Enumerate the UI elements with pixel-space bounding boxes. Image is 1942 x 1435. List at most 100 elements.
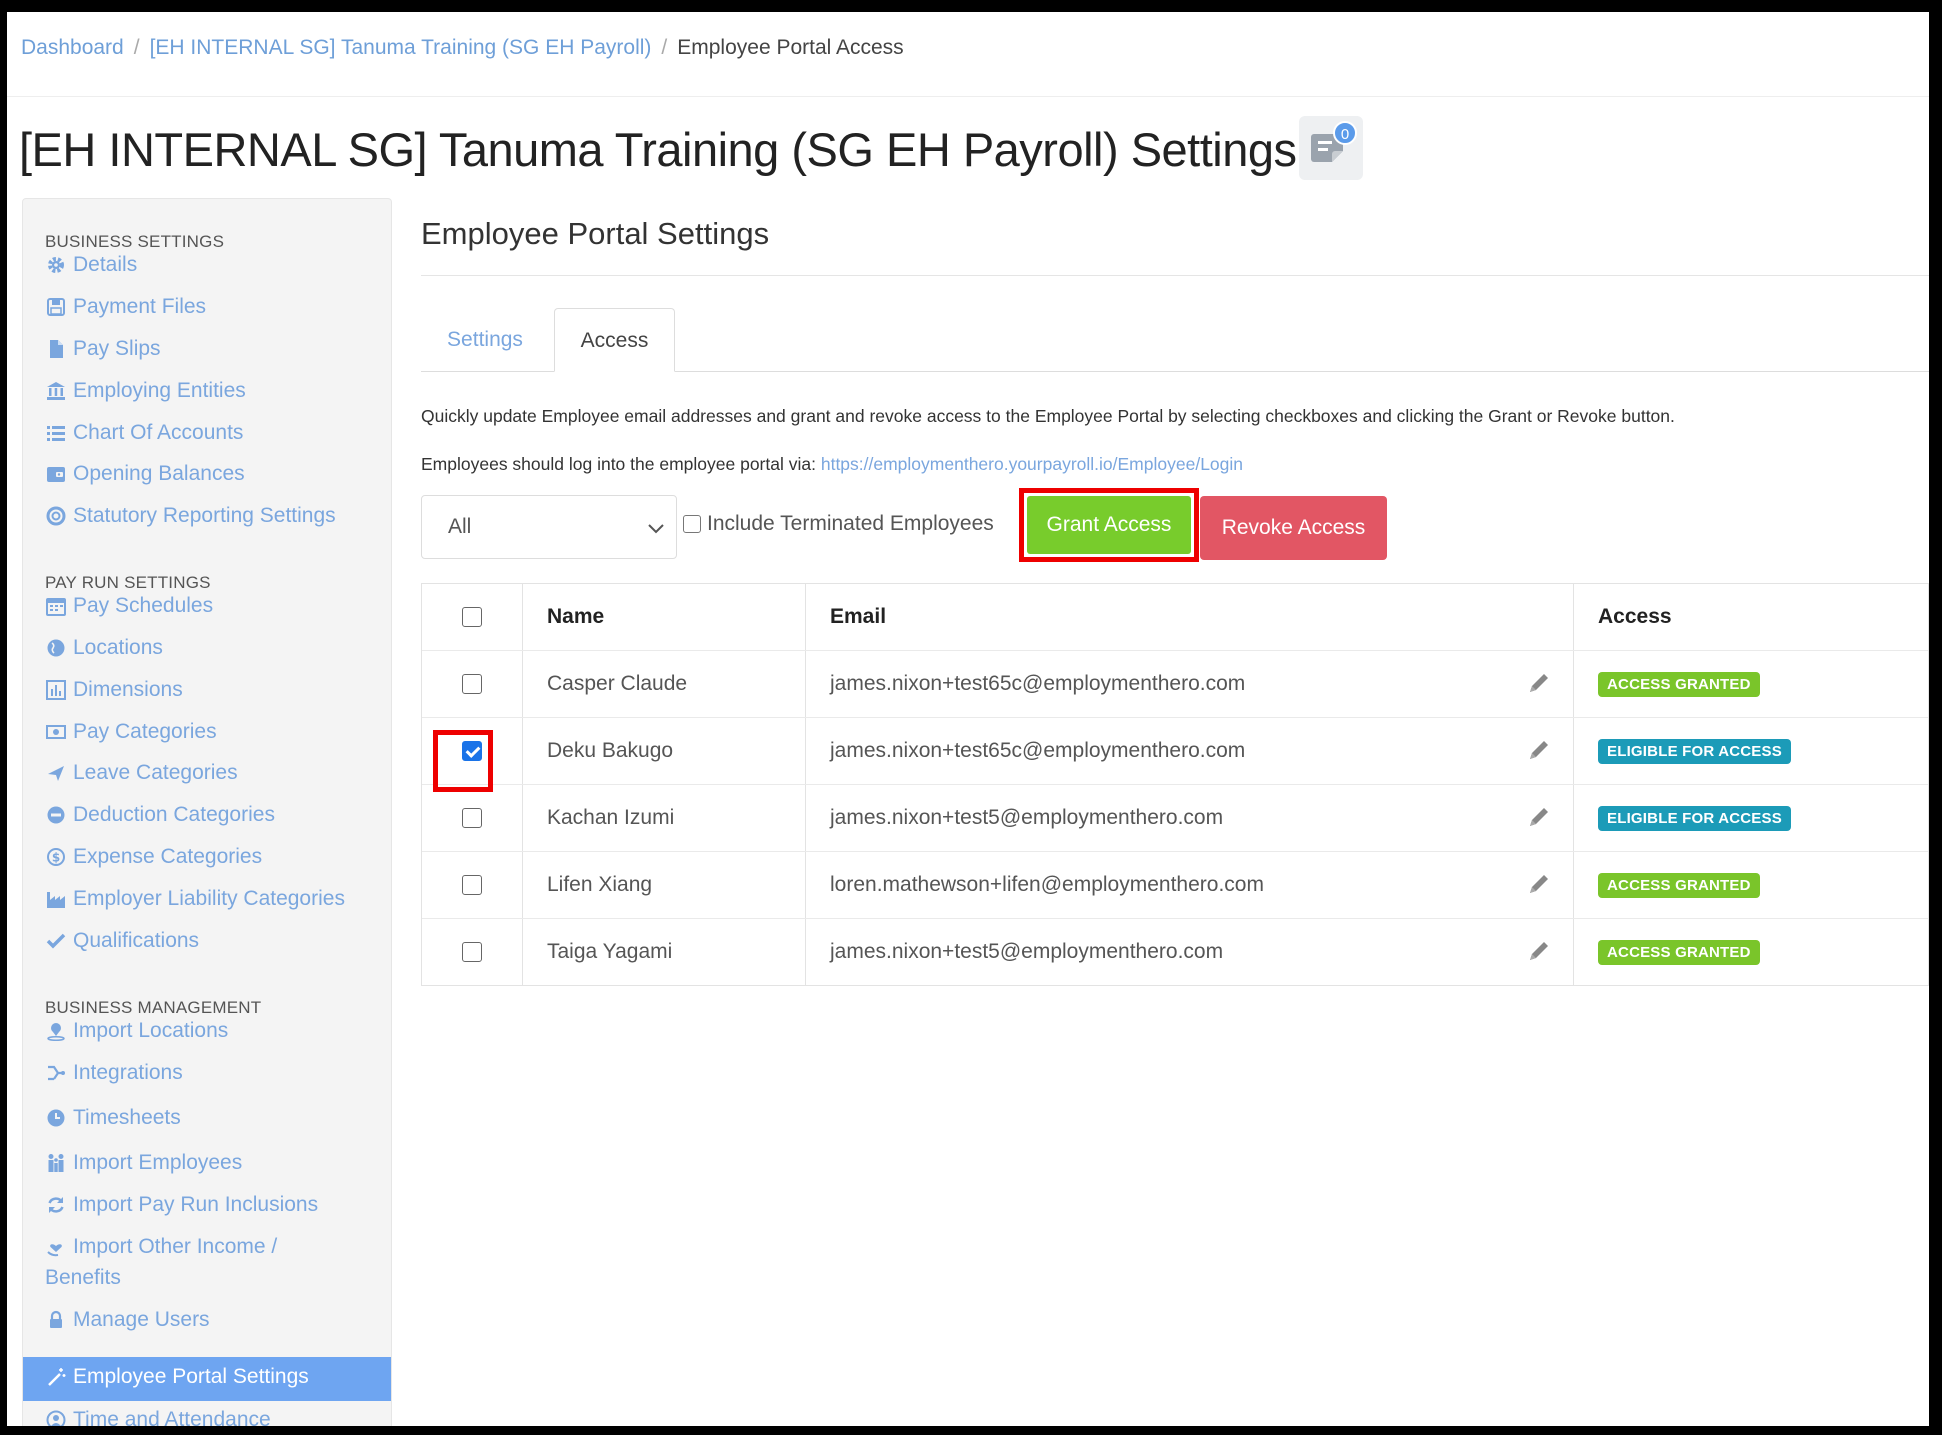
sidebar-item-deduction-categories[interactable]: Deduction Categories: [45, 803, 385, 827]
sidebar-item-leave-categories[interactable]: Leave Categories: [45, 761, 385, 785]
sidebar-item-label: Details: [73, 253, 138, 276]
employee-email-cell: james.nixon+test5@employmenthero.com: [806, 785, 1574, 851]
header-email[interactable]: Email: [806, 584, 1574, 650]
divider: [421, 275, 1929, 276]
map-pin-icon: [45, 1020, 67, 1042]
check-icon: [45, 930, 67, 952]
sidebar-item-pay-schedules[interactable]: Pay Schedules: [45, 594, 385, 618]
sidebar-item-manage-users[interactable]: Manage Users: [45, 1308, 385, 1332]
row-checkbox[interactable]: [462, 875, 482, 895]
factory-icon: [45, 888, 67, 910]
breadcrumb-dashboard[interactable]: Dashboard: [21, 36, 124, 60]
sidebar-item-label: Time and Attendance: [73, 1408, 271, 1426]
notification-count: 0: [1333, 121, 1357, 145]
sidebar-item-payment-files[interactable]: Payment Files: [45, 295, 385, 319]
row-checkbox[interactable]: [462, 808, 482, 828]
sidebar-item-locations[interactable]: Locations: [45, 636, 385, 660]
sidebar-item-chart-of-accounts[interactable]: Chart Of Accounts: [45, 421, 385, 445]
row-checkbox-cell: [422, 651, 523, 717]
sidebar-heading-business-management: BUSINESS MANAGEMENT: [45, 998, 262, 1017]
tab-settings[interactable]: Settings: [421, 308, 549, 372]
employee-name: Deku Bakugo: [523, 718, 806, 784]
divider: [7, 96, 1929, 97]
sidebar-item-dimensions[interactable]: Dimensions: [45, 678, 385, 702]
sidebar-item-expense-categories[interactable]: $ Expense Categories: [45, 845, 385, 869]
sidebar: BUSINESS SETTINGS Details Payment Files …: [22, 198, 392, 1426]
notes-button[interactable]: 0: [1299, 116, 1363, 180]
employee-email: james.nixon+test65c@employmenthero.com: [830, 672, 1246, 695]
sidebar-item-label: Dimensions: [73, 678, 183, 701]
sidebar-item-pay-slips[interactable]: Pay Slips: [45, 337, 385, 361]
employee-filter-select[interactable]: All: [421, 495, 677, 559]
sidebar-item-timesheets[interactable]: Timesheets: [45, 1106, 385, 1130]
pencil-icon[interactable]: [1527, 805, 1551, 829]
lock-icon: [45, 1309, 67, 1331]
row-checkbox[interactable]: [462, 674, 482, 694]
employee-email-cell: loren.mathewson+lifen@employmenthero.com: [806, 852, 1574, 918]
clock-icon: [45, 1107, 67, 1129]
pencil-icon[interactable]: [1527, 671, 1551, 695]
minus-circle-icon: [45, 804, 67, 826]
app-window: Dashboard / [EH INTERNAL SG] Tanuma Trai…: [7, 12, 1929, 1426]
table-header-row: Name Email Access: [422, 584, 1928, 650]
floppy-icon: [45, 296, 67, 318]
select-all-checkbox[interactable]: [462, 607, 482, 627]
sidebar-item-label: Benefits: [45, 1266, 121, 1289]
integrations-icon: [45, 1062, 67, 1084]
login-url-link[interactable]: https://employmenthero.yourpayroll.io/Em…: [821, 454, 1243, 474]
employee-email-cell: james.nixon+test5@employmenthero.com: [806, 919, 1574, 985]
sidebar-item-label: Locations: [73, 636, 163, 659]
status-badge: ACCESS GRANTED: [1598, 939, 1760, 965]
sidebar-item-label: Deduction Categories: [73, 803, 275, 826]
sidebar-item-label: Manage Users: [73, 1308, 210, 1331]
section-title: Employee Portal Settings: [421, 216, 770, 251]
sidebar-item-import-locations[interactable]: Import Locations: [45, 1019, 385, 1043]
pencil-icon[interactable]: [1527, 738, 1551, 762]
sidebar-item-label: Statutory Reporting Settings: [73, 504, 336, 527]
sidebar-item-employer-liability[interactable]: Employer Liability Categories: [45, 887, 385, 911]
sidebar-item-details[interactable]: Details: [45, 253, 385, 277]
table-row: Taiga Yagami james.nixon+test5@employmen…: [422, 918, 1928, 985]
sidebar-item-label: Pay Schedules: [73, 594, 214, 617]
sidebar-item-import-employees[interactable]: Import Employees: [45, 1151, 385, 1175]
table-row: Lifen Xiang loren.mathewson+lifen@employ…: [422, 851, 1928, 918]
sidebar-item-label: Opening Balances: [73, 462, 245, 485]
sidebar-heading-business-settings: BUSINESS SETTINGS: [45, 232, 225, 251]
breadcrumb-business[interactable]: [EH INTERNAL SG] Tanuma Training (SG EH …: [150, 36, 652, 60]
list-icon: [45, 422, 67, 444]
pencil-icon[interactable]: [1527, 939, 1551, 963]
sidebar-item-statutory-reporting[interactable]: Statutory Reporting Settings: [45, 504, 385, 528]
include-terminated-checkbox[interactable]: [683, 515, 701, 533]
sidebar-item-import-pay-run-inclusions[interactable]: Import Pay Run Inclusions: [45, 1193, 385, 1217]
sidebar-item-label: Expense Categories: [73, 845, 263, 868]
sidebar-item-employee-portal-settings[interactable]: Employee Portal Settings: [23, 1357, 391, 1401]
pencil-icon[interactable]: [1527, 872, 1551, 896]
sidebar-item-opening-balances[interactable]: Opening Balances: [45, 462, 385, 486]
sidebar-item-pay-categories[interactable]: Pay Categories: [45, 720, 385, 744]
grant-access-button[interactable]: Grant Access: [1027, 496, 1191, 554]
breadcrumb-current: Employee Portal Access: [677, 36, 904, 59]
file-icon: [45, 338, 67, 360]
status-badge: ACCESS GRANTED: [1598, 671, 1760, 697]
dollar-circle-icon: $: [45, 846, 67, 868]
revoke-access-button[interactable]: Revoke Access: [1200, 496, 1387, 560]
sidebar-item-import-other-income[interactable]: Import Other Income /: [45, 1235, 385, 1259]
sidebar-item-label: Import Pay Run Inclusions: [73, 1193, 319, 1216]
sidebar-item-qualifications[interactable]: Qualifications: [45, 929, 385, 953]
sidebar-item-label: Employer Liability Categories: [73, 887, 345, 910]
include-terminated-toggle[interactable]: Include Terminated Employees: [683, 512, 994, 536]
globe-icon: [45, 637, 67, 659]
sidebar-item-time-and-attendance[interactable]: Time and Attendance: [45, 1408, 385, 1426]
table-row: Casper Claude james.nixon+test65c@employ…: [422, 650, 1928, 717]
tab-access[interactable]: Access: [554, 308, 675, 372]
employee-email: james.nixon+test5@employmenthero.com: [830, 806, 1224, 829]
access-description: Quickly update Employee email addresses …: [421, 406, 1675, 426]
header-access[interactable]: Access: [1574, 584, 1929, 650]
sidebar-item-integrations[interactable]: Integrations: [45, 1061, 385, 1085]
sidebar-item-employing-entities[interactable]: Employing Entities: [45, 379, 385, 403]
sidebar-item-label: Employing Entities: [73, 379, 246, 402]
row-checkbox[interactable]: [462, 942, 482, 962]
sidebar-item-import-other-income-line2[interactable]: Benefits: [45, 1266, 385, 1290]
user-clock-icon: [45, 1409, 67, 1426]
header-name[interactable]: Name: [523, 584, 806, 650]
